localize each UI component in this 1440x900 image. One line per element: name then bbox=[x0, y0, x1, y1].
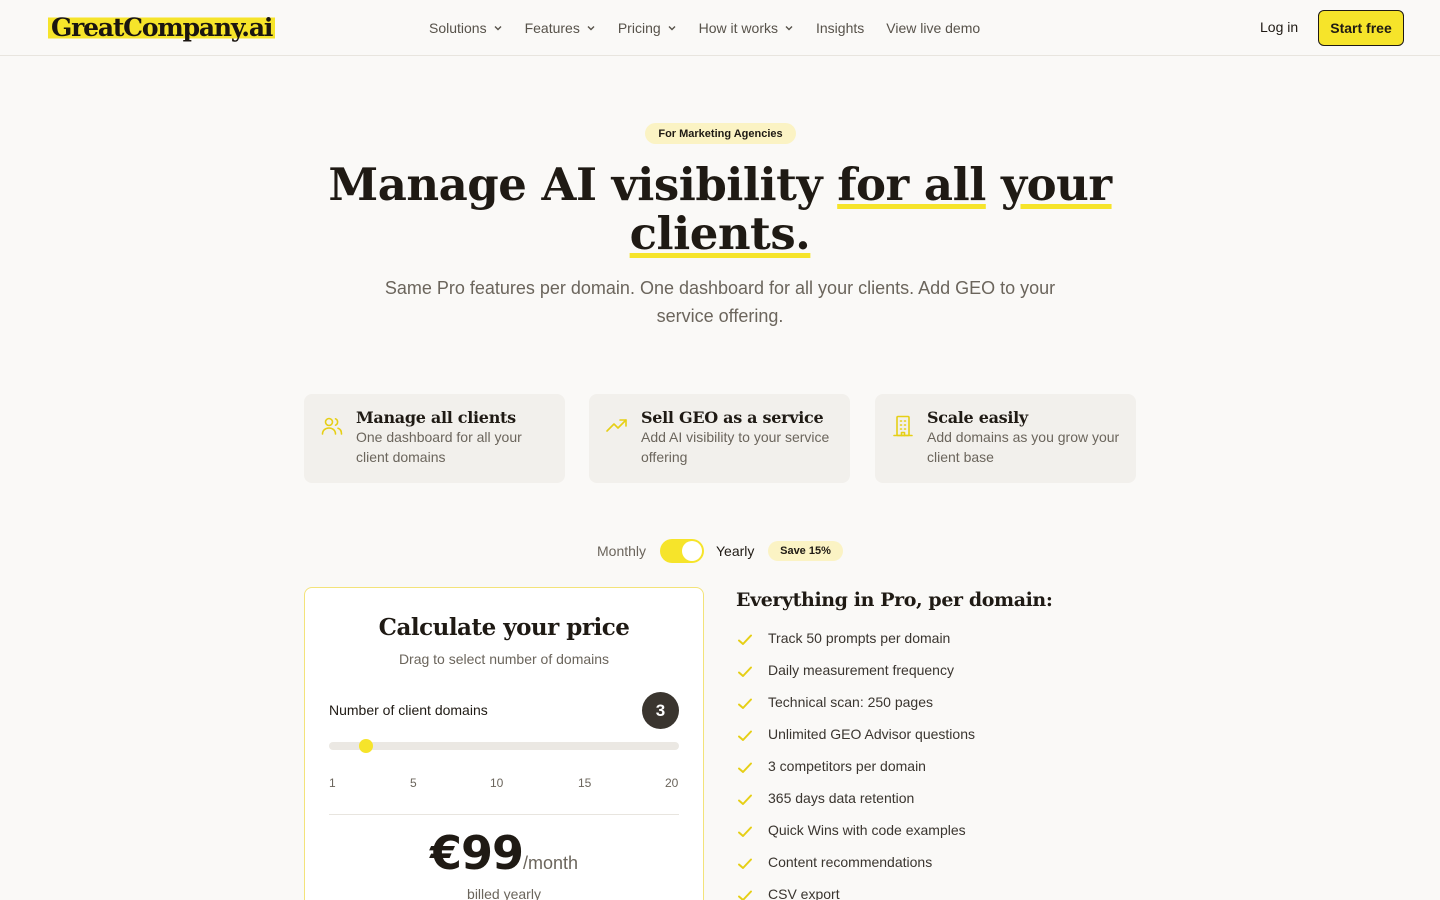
feature-item: 3 competitors per domain bbox=[736, 758, 975, 790]
slider-tick: 10 bbox=[490, 776, 504, 790]
logo-text: GreatCompany.ai bbox=[48, 12, 276, 42]
billing-yearly-label[interactable]: Yearly bbox=[716, 543, 754, 559]
feature-label: 365 days data retention bbox=[768, 790, 915, 806]
feature-label: Unlimited GEO Advisor questions bbox=[768, 726, 975, 742]
hero-title-space bbox=[986, 158, 1001, 211]
price-calculator: Calculate your price Drag to select numb… bbox=[304, 587, 704, 900]
chevron-down-icon bbox=[668, 26, 676, 31]
price-period: /month bbox=[523, 853, 579, 873]
check-icon bbox=[738, 794, 752, 805]
calculator-subtitle: Drag to select number of domains bbox=[398, 651, 610, 667]
feature-label: Quick Wins with code examples bbox=[768, 822, 966, 838]
benefit-description: One dashboard for all your client domain… bbox=[356, 429, 522, 465]
benefit-title: Sell GEO as a service bbox=[641, 408, 824, 427]
slider-tick: 20 bbox=[665, 776, 679, 790]
nav-links: Solutions Features Pricing How it works … bbox=[429, 0, 1002, 56]
nav-item-label: How it works bbox=[698, 20, 778, 36]
feature-item: Quick Wins with code examples bbox=[736, 822, 975, 854]
nav-item-pricing[interactable]: Pricing bbox=[618, 20, 677, 36]
check-icon bbox=[738, 858, 752, 869]
check-icon bbox=[738, 762, 752, 773]
check-icon bbox=[738, 826, 752, 837]
nav-item-label: Pricing bbox=[617, 20, 661, 36]
feature-item: CSV export bbox=[736, 886, 975, 900]
hero-title-highlight: your bbox=[1000, 158, 1112, 211]
price-display: €99/month bbox=[305, 826, 703, 880]
nav-item-how-it-works[interactable]: How it works bbox=[699, 20, 794, 36]
hero-title-highlight: for all bbox=[837, 158, 986, 211]
benefit-title: Scale easily bbox=[927, 408, 1028, 427]
domains-label: Number of client domains bbox=[329, 702, 488, 718]
audience-badge: For Marketing Agencies bbox=[645, 123, 796, 144]
features-title: Everything in Pro, per domain: bbox=[736, 589, 1053, 611]
calculator-title: Calculate your price bbox=[378, 614, 630, 641]
feature-label: CSV export bbox=[768, 886, 840, 900]
slider-tick: 15 bbox=[578, 776, 592, 790]
billing-toggle-switch[interactable] bbox=[660, 539, 704, 563]
feature-item: 365 days data retention bbox=[736, 790, 975, 822]
nav-item-insights[interactable]: Insights bbox=[816, 20, 864, 36]
domains-slider-thumb[interactable] bbox=[358, 739, 373, 753]
benefit-description: Add domains as you grow your client base bbox=[927, 429, 1120, 465]
users-icon bbox=[321, 417, 343, 435]
check-icon bbox=[738, 666, 752, 677]
check-icon bbox=[738, 698, 752, 709]
toggle-knob bbox=[682, 541, 702, 561]
nav-item-label: Insights bbox=[816, 20, 865, 36]
billing-monthly-label[interactable]: Monthly bbox=[597, 543, 646, 559]
trending-up-icon bbox=[606, 419, 627, 432]
nav-item-label: Features bbox=[524, 20, 580, 36]
billing-toggle-row: Monthly Yearly Save 15% bbox=[0, 538, 1440, 564]
feature-item: Content recommendations bbox=[736, 854, 975, 886]
feature-item: Unlimited GEO Advisor questions bbox=[736, 726, 975, 758]
feature-label: Daily measurement frequency bbox=[768, 662, 954, 678]
nav-item-features[interactable]: Features bbox=[525, 20, 596, 36]
feature-label: Technical scan: 250 pages bbox=[768, 694, 933, 710]
divider bbox=[329, 814, 679, 815]
top-nav: GreatCompany.ai Solutions Features Prici… bbox=[0, 0, 1440, 56]
nav-item-solutions[interactable]: Solutions bbox=[429, 20, 503, 36]
hero-title: Manage AI visibility for all your clients… bbox=[320, 160, 1120, 258]
start-free-button[interactable]: Start free bbox=[1318, 10, 1404, 46]
benefit-card-manage: Manage all clients One dashboard for all… bbox=[304, 394, 565, 483]
hero-title-highlight: clients. bbox=[629, 207, 811, 260]
chevron-down-icon bbox=[494, 26, 502, 31]
domain-count-badge: 3 bbox=[642, 692, 679, 729]
chevron-down-icon bbox=[587, 26, 595, 31]
feature-item: Daily measurement frequency bbox=[736, 662, 975, 694]
price-amount: €99 bbox=[429, 826, 524, 880]
nav-item-live-demo[interactable]: View live demo bbox=[886, 20, 980, 36]
logo[interactable]: GreatCompany.ai bbox=[48, 12, 276, 42]
building-icon bbox=[893, 415, 913, 437]
domains-slider-track[interactable] bbox=[329, 742, 679, 750]
feature-label: Content recommendations bbox=[768, 854, 933, 870]
chevron-down-icon bbox=[785, 26, 793, 31]
slider-tick: 1 bbox=[329, 776, 336, 790]
slider-tick: 5 bbox=[410, 776, 417, 790]
hero-title-part: Manage AI visibility bbox=[328, 158, 838, 211]
hero-subtitle: Same Pro features per domain. One dashbo… bbox=[384, 278, 1056, 326]
feature-item: Technical scan: 250 pages bbox=[736, 694, 975, 726]
save-badge: Save 15% bbox=[768, 541, 843, 561]
nav-item-label: Solutions bbox=[429, 20, 487, 36]
features-list: Track 50 prompts per domain Daily measure… bbox=[736, 630, 975, 900]
feature-item: Track 50 prompts per domain bbox=[736, 630, 975, 662]
billing-note: billed yearly bbox=[467, 886, 541, 900]
check-icon bbox=[738, 890, 752, 900]
feature-label: 3 competitors per domain bbox=[768, 758, 926, 774]
check-icon bbox=[738, 634, 752, 645]
benefit-title: Manage all clients bbox=[356, 408, 516, 427]
check-icon bbox=[738, 730, 752, 741]
login-link[interactable]: Log in bbox=[1260, 19, 1298, 35]
feature-label: Track 50 prompts per domain bbox=[768, 630, 951, 646]
benefit-card-scale: Scale easily Add domains as you grow you… bbox=[875, 394, 1136, 483]
benefit-card-sell: Sell GEO as a service Add AI visibility … bbox=[589, 394, 850, 483]
benefit-description: Add AI visibility to your service offeri… bbox=[641, 429, 830, 465]
nav-item-label: View live demo bbox=[886, 20, 981, 36]
